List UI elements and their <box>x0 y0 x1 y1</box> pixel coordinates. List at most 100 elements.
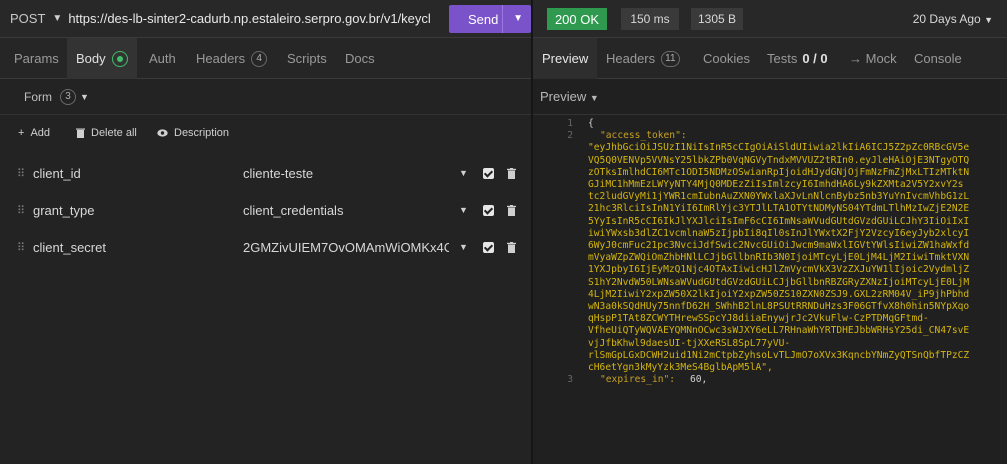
delete-all-label[interactable]: Delete all <box>91 127 137 139</box>
json-string-line: 5YyIsInR5cCI6IkJlYXJlciIsImF6cCI6ImNsaWV… <box>588 215 970 227</box>
preview-mode-label[interactable]: Preview <box>540 89 586 104</box>
param-value-input[interactable]: client_credentials <box>243 203 449 218</box>
tab-docs[interactable]: Docs <box>345 38 375 79</box>
json-key: "access_token": <box>600 130 687 142</box>
trash-icon[interactable] <box>507 167 516 179</box>
body-actions: + Add Delete all Description <box>0 115 531 151</box>
chevron-down-icon: ▼ <box>589 93 599 103</box>
request-tabs: Params Body Auth Headers 4 Scripts Docs <box>0 38 531 79</box>
param-enabled-checkbox[interactable] <box>483 204 494 216</box>
body-type-row: Form 3 ▼ <box>0 79 531 115</box>
description-label[interactable]: Description <box>174 127 229 139</box>
chevron-down-icon: ▼ <box>984 15 993 25</box>
body-type-count-badge: 3 <box>60 88 76 105</box>
method-label[interactable]: POST <box>10 11 45 26</box>
add-param-label[interactable]: Add <box>30 127 50 139</box>
param-row: ⠿ client_secret 2GMZivUIEM7OvOMAmWiOMKx4… <box>0 229 531 265</box>
json-string-line: qHspP1TAt8ZCWYTHrewSSpcYJ8diiaEnywjrJc2V… <box>588 313 929 325</box>
tab-tests-label[interactable]: Tests <box>767 51 797 66</box>
tab-console[interactable]: Console <box>914 38 962 79</box>
description-toggle[interactable]: Description <box>157 127 229 139</box>
tab-params[interactable]: Params <box>14 38 59 79</box>
drag-handle-icon[interactable]: ⠿ <box>17 167 25 180</box>
drag-handle-icon[interactable]: ⠿ <box>17 241 25 254</box>
tab-body-label[interactable]: Body <box>76 51 106 66</box>
tab-mock[interactable]: → Mock <box>849 38 897 79</box>
param-value-input[interactable]: cliente-teste <box>243 166 449 181</box>
param-name-input[interactable]: client_id <box>33 166 81 181</box>
preview-mode-row: Preview ▼ <box>533 79 1007 115</box>
tab-body[interactable]: Body <box>67 38 137 79</box>
line-number: 2 <box>567 130 573 142</box>
tab-mock-label[interactable]: → Mock <box>849 51 897 66</box>
tab-params-label[interactable]: Params <box>14 51 59 66</box>
tab-preview-label[interactable]: Preview <box>542 51 588 66</box>
send-button[interactable]: Send ▼ <box>449 5 531 33</box>
response-age-label[interactable]: 20 Days Ago <box>913 12 981 26</box>
send-options-chevron-down-icon[interactable]: ▼ <box>513 13 523 24</box>
param-type-chevron-down-icon[interactable]: ▼ <box>459 205 468 215</box>
add-param-button[interactable]: + Add <box>18 127 50 139</box>
plus-icon: + <box>18 127 25 139</box>
tab-scripts-label[interactable]: Scripts <box>287 51 327 66</box>
json-key: "expires_in": <box>600 374 676 386</box>
param-enabled-checkbox[interactable] <box>483 167 494 179</box>
json-string-line: 6WyJ0cmFuc21pc3NvciJdfSwic2NvcGUiOiJwcm9… <box>588 240 970 251</box>
json-string-line: VQ5Q0VENVp5VVNsY25lbkZPb0VqNGVyTndxMVVUZ… <box>588 154 970 166</box>
preview-mode-dropdown[interactable]: Preview ▼ <box>540 89 599 104</box>
json-string-line: vjJfbKhwl9daesUI-tjXXeRSL8SpL77yVU- <box>588 337 791 349</box>
url-input[interactable]: https://des-lb-sinter2-cadurb.np.estalei… <box>68 11 431 26</box>
code-line: { <box>588 118 594 129</box>
body-type-chevron-down-icon[interactable]: ▼ <box>80 92 89 102</box>
tab-docs-label[interactable]: Docs <box>345 51 375 66</box>
param-value-input[interactable]: 2GMZivUIEM7OvOMAmWiOMKx4C <box>243 240 449 255</box>
line-number: 1 <box>567 118 573 129</box>
tab-preview[interactable]: Preview <box>533 38 598 79</box>
param-enabled-checkbox[interactable] <box>483 241 494 253</box>
json-string-line: 4LjM2IiwiY2xpZW50X2lkIjoiY2xpZW50ZS10ZXN… <box>588 288 970 300</box>
tests-count: 0 / 0 <box>802 51 828 66</box>
tab-tests[interactable]: Tests 0 / 0 <box>767 38 828 79</box>
drag-handle-icon[interactable]: ⠿ <box>17 204 25 217</box>
param-type-chevron-down-icon[interactable]: ▼ <box>459 168 468 178</box>
response-headers-count-badge: 11 <box>661 50 680 67</box>
response-tabs: Preview Headers 11 Cookies Tests 0 / 0 →… <box>533 38 1007 79</box>
json-string-line: mVyaWZpZWQiOmZhbHNlLCJjbGllbnRIb3N0IjoiM… <box>588 252 970 264</box>
json-string-line: tc2ludGVyMi1jYWR1cmIubnAuZXN0YWxlaXJvLnN… <box>588 191 970 203</box>
json-string-line: "eyJhbGciOiJSUzI1NiIsInR5cCIgOiAiSldUIiw… <box>588 142 970 154</box>
tab-response-headers-label[interactable]: Headers <box>606 51 655 66</box>
body-type-label[interactable]: Form <box>24 90 52 104</box>
response-size-badge: 1305 B <box>691 8 743 30</box>
tab-auth[interactable]: Auth <box>149 38 176 79</box>
send-button-label[interactable]: Send <box>468 12 498 27</box>
tab-headers[interactable]: Headers 4 <box>196 38 268 79</box>
param-name-input[interactable]: client_secret <box>33 240 106 255</box>
tab-scripts[interactable]: Scripts <box>287 38 327 79</box>
tab-cookies[interactable]: Cookies <box>703 38 750 79</box>
method-dropdown-icon[interactable]: ▼ <box>52 13 62 24</box>
tab-response-headers[interactable]: Headers 11 <box>606 38 680 79</box>
param-type-chevron-down-icon[interactable]: ▼ <box>459 242 468 252</box>
body-active-dot-icon <box>111 50 128 67</box>
json-string-line: cH6etYgn3kMyYzk3MeS4BglbApM5lA", <box>588 362 773 373</box>
param-row: ⠿ client_id cliente-teste ▼ <box>0 155 531 191</box>
headers-count-badge: 4 <box>251 50 268 67</box>
trash-icon[interactable] <box>507 241 516 253</box>
json-string-line: wN3a0kSQdHUy75nnfD62H_SWhhB2lnL8PSUtRRND… <box>588 301 970 312</box>
param-name-input[interactable]: grant_type <box>33 203 94 218</box>
json-string-line: GJiMC1hMmEzLWYyNTY4MjQ0MDEzZiIsImlzcyI6I… <box>588 179 964 190</box>
json-string-line: VfheUiQTyWQVAEYQMNnOCwc3sWJXY6eLL7RHnaWh… <box>588 325 970 337</box>
response-time-badge: 150 ms <box>621 8 679 30</box>
tab-headers-label[interactable]: Headers <box>196 51 245 66</box>
line-number: 3 <box>567 374 573 386</box>
response-age-dropdown[interactable]: 20 Days Ago ▼ <box>913 12 993 26</box>
response-pane: 200 OK 150 ms 1305 B 20 Days Ago ▼ Previ… <box>533 0 1007 464</box>
trash-icon[interactable] <box>507 204 516 216</box>
json-number: 60, <box>690 374 708 386</box>
delete-all-button[interactable]: Delete all <box>76 127 137 139</box>
eye-icon <box>157 129 168 137</box>
tab-auth-label[interactable]: Auth <box>149 51 176 66</box>
param-row: ⠿ grant_type client_credentials ▼ <box>0 192 531 228</box>
tab-console-label[interactable]: Console <box>914 51 962 66</box>
tab-cookies-label[interactable]: Cookies <box>703 51 750 66</box>
